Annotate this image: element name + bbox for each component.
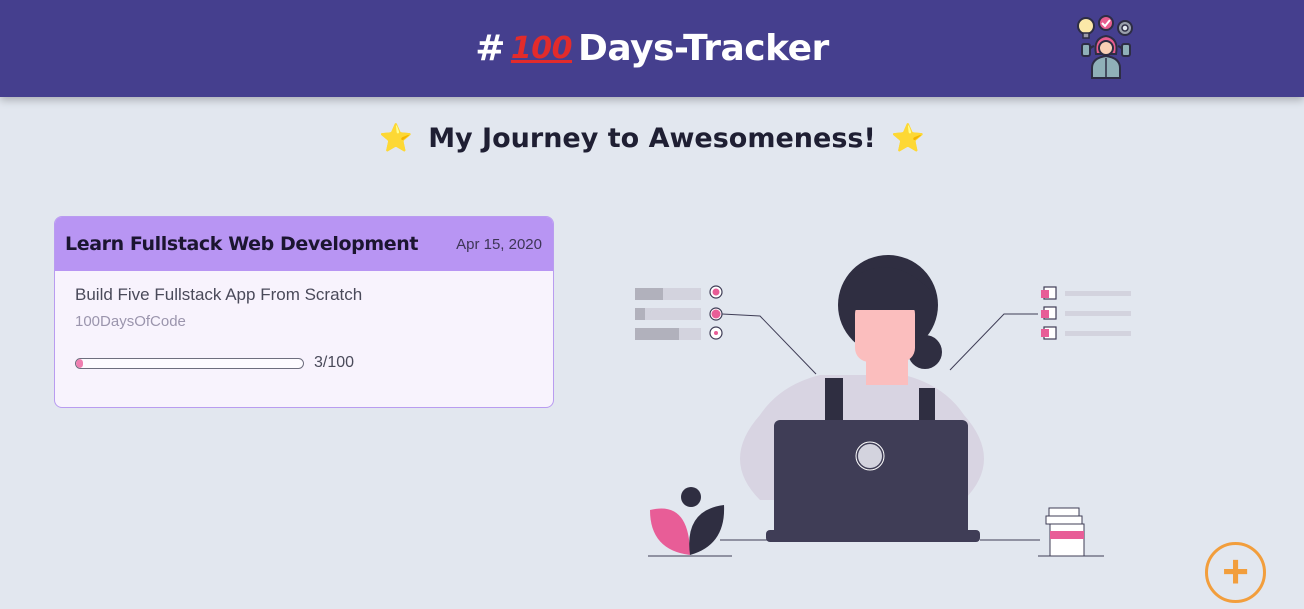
tracker-card-body: Build Five Fullstack App From Scratch 10… (55, 271, 553, 386)
tracker-card-goal: Build Five Fullstack App From Scratch (75, 285, 363, 304)
progress-bar (75, 357, 304, 369)
avatar[interactable] (1074, 14, 1138, 80)
app-title-text: Days-Tracker (578, 28, 829, 69)
page-subtitle-text: My Journey to Awesomeness! (428, 123, 876, 154)
tracker-card-tag: 100DaysOfCode (75, 313, 186, 330)
tracker-card-header: Learn Fullstack Web Development Apr 15, … (55, 217, 553, 271)
left-checklist-graphic (635, 285, 817, 375)
coffee-cup-graphic (1038, 507, 1104, 557)
page-subtitle: ⭐ My Journey to Awesomeness! ⭐ (0, 122, 1304, 155)
tracker-card[interactable]: Learn Fullstack Web Development Apr 15, … (54, 216, 554, 408)
progress-label: 3/100 (314, 354, 355, 371)
hundred-points-icon: 100 (510, 31, 573, 66)
app-header: # 100 Days-Tracker (0, 0, 1304, 97)
plant-graphic (648, 487, 732, 557)
developer-avatar-icon (1077, 15, 1133, 79)
star-icon: ⭐ (379, 123, 414, 155)
tracker-card-date: Apr 15, 2020 (456, 235, 542, 253)
woman-at-laptop-illustration (635, 255, 1131, 557)
add-tracker-button[interactable]: + (1205, 542, 1266, 603)
right-checklist-graphic (949, 286, 1131, 371)
plus-icon: + (1222, 544, 1249, 597)
tracker-card-title: Learn Fullstack Web Development (65, 233, 419, 255)
progress-row: 3/100 (75, 354, 533, 372)
star-icon: ⭐ (891, 123, 926, 155)
laptop-graphic (766, 420, 980, 542)
progress-bar-fill (76, 358, 83, 368)
hash-symbol: # (475, 28, 505, 69)
